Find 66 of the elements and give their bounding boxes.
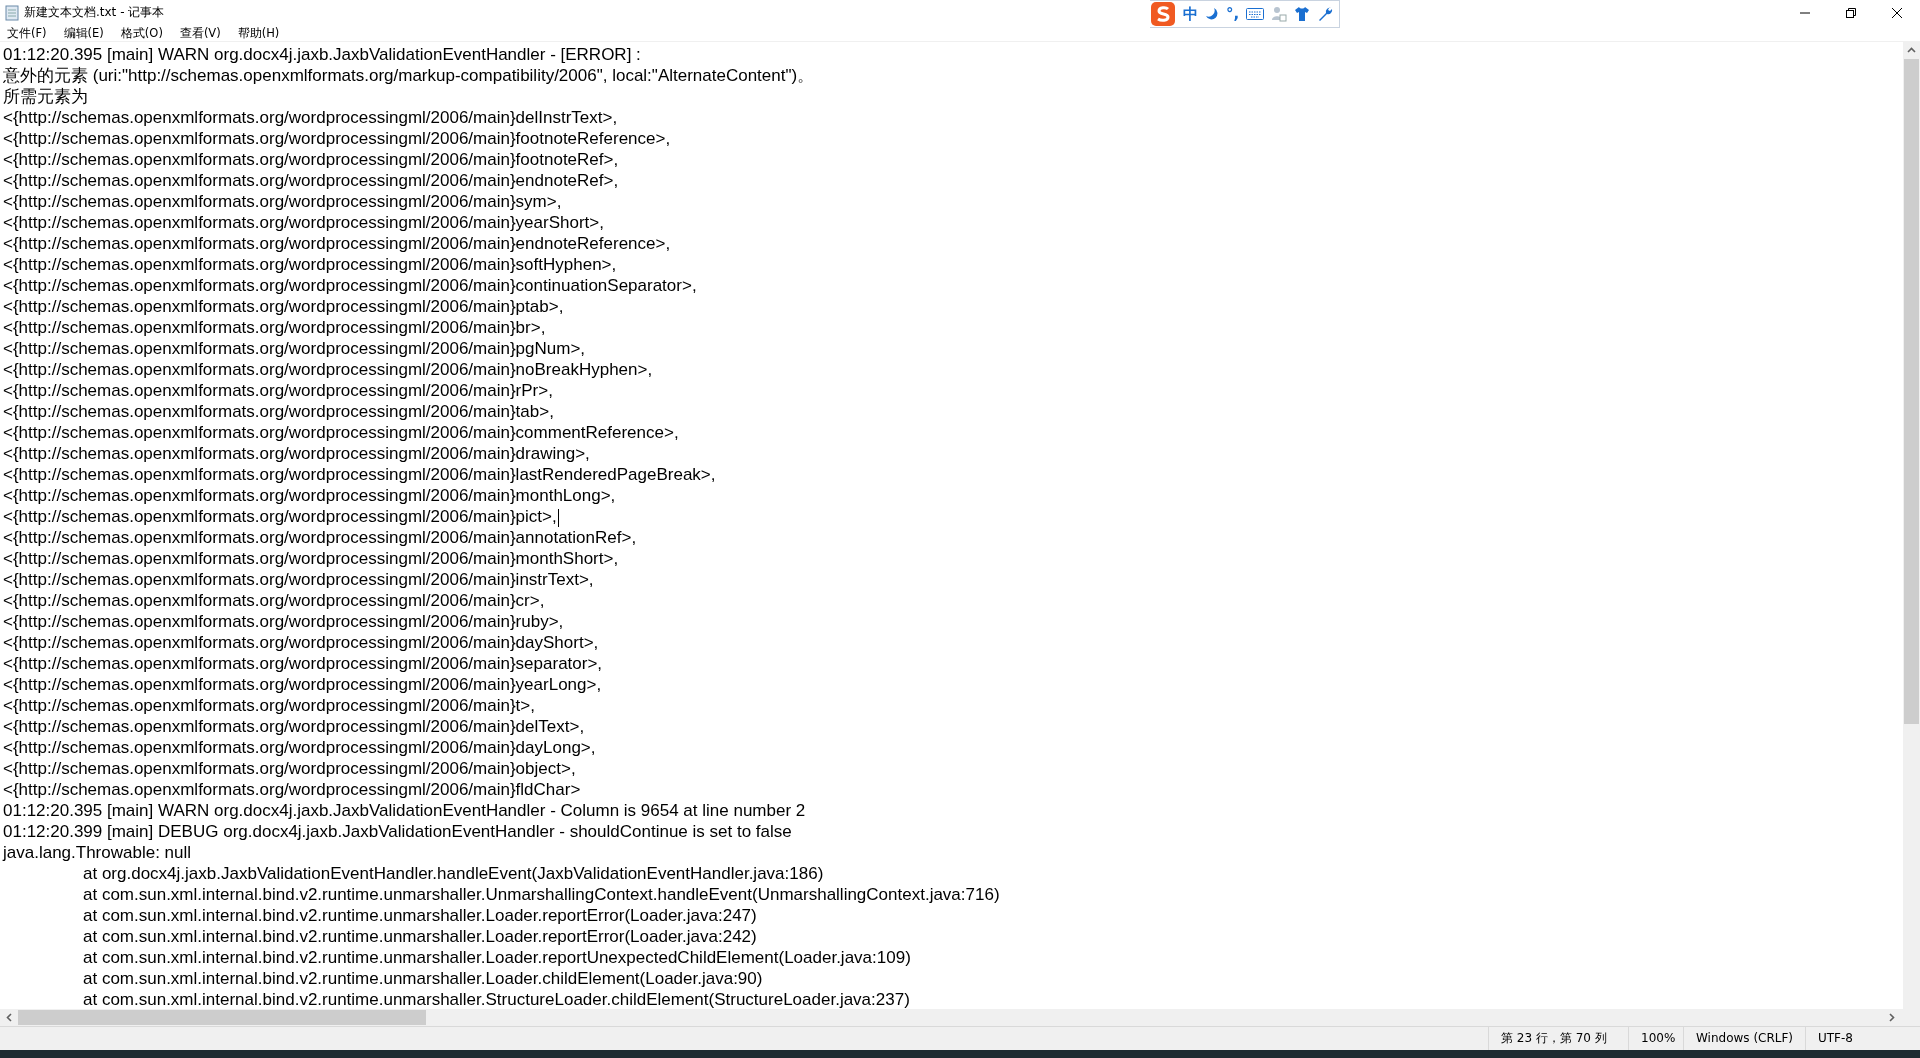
text-line: <{http://schemas.openxmlformats.org/wordprocessingml/2006/main}fldChar> (3, 780, 581, 799)
wrench-icon (1317, 6, 1334, 22)
text-line: <{http://schemas.openxmlformats.org/wordprocessingml/2006/main}lastRenderedPageBreak>, (3, 465, 716, 484)
text-line: <{http://schemas.openxmlformats.org/wordprocessingml/2006/main}sym>, (3, 192, 562, 211)
moon-icon (1205, 7, 1219, 21)
text-line: <{http://schemas.openxmlformats.org/wordprocessingml/2006/main}softHyphen>, (3, 255, 617, 274)
menu-item[interactable]: 文件(F) (6, 25, 54, 41)
text-line: at com.sun.xml.internal.bind.v2.runtime.unmarshaller.Loader.reportError(Loader.java:242) (82, 927, 757, 946)
vertical-scrollbar[interactable] (1903, 42, 1920, 1009)
text-line: <{http://schemas.openxmlformats.org/wordprocessingml/2006/main}t>, (3, 696, 535, 715)
text-line: 01:12:20.395 [main] WARN org.docx4j.jaxb.JaxbValidationEventHandler - [ERROR] : (3, 45, 641, 64)
text-line: <{http://schemas.openxmlformats.org/wordprocessingml/2006/main}drawing>, (3, 444, 590, 463)
menu-item[interactable]: 格式(O) (119, 25, 170, 41)
text-line: <{http://schemas.openxmlformats.org/wordprocessingml/2006/main}yearShort>, (3, 213, 604, 232)
text-line: <{http://schemas.openxmlformats.org/wordprocessingml/2006/main}pgNum>, (3, 339, 586, 358)
window-title: 新建文本文档.txt - 记事本 (24, 4, 165, 21)
menu-item[interactable]: 帮助(H) (236, 25, 287, 41)
scrollbar-thumb[interactable] (1904, 59, 1919, 724)
text-line: at com.sun.xml.internal.bind.v2.runtime.unmarshaller.UnmarshallingContext.handleEvent(UnmarshallingContext.java:716) (82, 885, 1000, 904)
user-lock-icon (1271, 6, 1288, 22)
text-line: at com.sun.xml.internal.bind.v2.runtime.unmarshaller.Loader.reportError(Loader.java:247) (82, 906, 757, 925)
text-line: at com.sun.xml.internal.bind.v2.runtime.unmarshaller.Loader.reportUnexpectedChildElement(Loader.java:109) (82, 948, 911, 967)
text-line: at com.sun.xml.internal.bind.v2.runtime.unmarshaller.Loader.childElement(Loader.java:90) (82, 969, 763, 988)
text-line: <{http://schemas.openxmlformats.org/wordprocessingml/2006/main}cr>, (3, 591, 545, 610)
text-line: <{http://schemas.openxmlformats.org/wordprocessingml/2006/main}dayShort>, (3, 633, 599, 652)
notepad-icon (4, 4, 20, 21)
shirt-icon (1294, 6, 1311, 22)
menu-item[interactable]: 查看(V) (178, 25, 228, 41)
text-line: <{http://schemas.openxmlformats.org/wordprocessingml/2006/main}ruby>, (3, 612, 564, 631)
text-line: <{http://schemas.openxmlformats.org/wordprocessingml/2006/main}dayLong>, (3, 738, 596, 757)
scrollbar-thumb[interactable] (18, 1010, 426, 1025)
text-line: <{http://schemas.openxmlformats.org/wordprocessingml/2006/main}footnoteReference>, (3, 129, 671, 148)
text-line: java.lang.Throwable: null (3, 843, 192, 862)
text-line: 意外的元素 (uri:"http://schemas.openxmlformats.org/markup-compatibility/2006", local:"AlternateContent")。 (3, 66, 815, 85)
close-icon (1892, 7, 1902, 18)
horizontal-scrollbar[interactable] (0, 1009, 1920, 1026)
menu-item[interactable]: 编辑(E) (62, 25, 111, 41)
text-line: <{http://schemas.openxmlformats.org/wordprocessingml/2006/main}continuationSeparator>, (3, 276, 697, 295)
text-line: <{http://schemas.openxmlformats.org/wordprocessingml/2006/main}ptab>, (3, 297, 564, 316)
text-line: at com.sun.xml.internal.bind.v2.runtime.unmarshaller.StructureLoader.childElement(StructureLoader.java:237) (82, 990, 910, 1009)
text-line: <{http://schemas.openxmlformats.org/wordprocessingml/2006/main}rPr>, (3, 381, 553, 400)
text-line: <{http://schemas.openxmlformats.org/wordprocessingml/2006/main}instrText>, (3, 570, 594, 589)
text-line: 01:12:20.399 [main] DEBUG org.docx4j.jaxb.JaxbValidationEventHandler - shouldContinue is set to false (3, 822, 792, 841)
text-line: <{http://schemas.openxmlformats.org/wordprocessingml/2006/main}monthLong>, (3, 486, 616, 505)
text-line: <{http://schemas.openxmlformats.org/wordprocessingml/2006/main}delInstrText>, (3, 108, 618, 127)
text-line: at org.docx4j.jaxb.JaxbValidationEventHandler.handleEvent(JaxbValidationEventHandler.java:186) (82, 864, 824, 883)
text-line: <{http://schemas.openxmlformats.org/wordprocessingml/2006/main}endnoteReference>, (3, 234, 671, 253)
text-line: 所需元素为 (3, 87, 88, 106)
text-line: <{http://schemas.openxmlformats.org/wordprocessingml/2006/main}endnoteRef>, (3, 171, 619, 190)
text-line: <{http://schemas.openxmlformats.org/wordprocessingml/2006/main}yearLong>, (3, 675, 602, 694)
text-line: <{http://schemas.openxmlformats.org/wordprocessingml/2006/main}noBreakHyphen>, (3, 360, 653, 379)
text-line: <{http://schemas.openxmlformats.org/wordprocessingml/2006/main}object>, (3, 759, 576, 778)
text-line: 01:12:20.395 [main] WARN org.docx4j.jaxb.JaxbValidationEventHandler - Column is 9654 at line number 2 (3, 801, 806, 820)
input-mode-toggle[interactable]: 中 (1183, 4, 1198, 24)
text-line: <{http://schemas.openxmlformats.org/wordprocessingml/2006/main}separator>, (3, 654, 603, 673)
restore-icon (1846, 7, 1856, 18)
keyboard-icon (1246, 8, 1265, 20)
text-line: <{http://schemas.openxmlformats.org/wordprocessingml/2006/main}annotationRef>, (3, 528, 637, 547)
text-line: <{http://schemas.openxmlformats.org/wordprocessingml/2006/main}delText>, (3, 717, 585, 736)
text-line: <{http://schemas.openxmlformats.org/wordprocessingml/2006/main}monthShort>, (3, 549, 619, 568)
text-line: <{http://schemas.openxmlformats.org/wordprocessingml/2006/main}br>, (3, 318, 546, 337)
text-line: <{http://schemas.openxmlformats.org/wordprocessingml/2006/main}commentReference>, (3, 423, 679, 442)
punctuation-toggle[interactable]: °, (1226, 5, 1240, 23)
text-line: <{http://schemas.openxmlformats.org/wordprocessingml/2006/main}footnoteRef>, (3, 150, 619, 169)
text-line: <{http://schemas.openxmlformats.org/wordprocessingml/2006/main}pict>, (3, 507, 557, 526)
text-line: <{http://schemas.openxmlformats.org/wordprocessingml/2006/main}tab>, (3, 402, 554, 421)
